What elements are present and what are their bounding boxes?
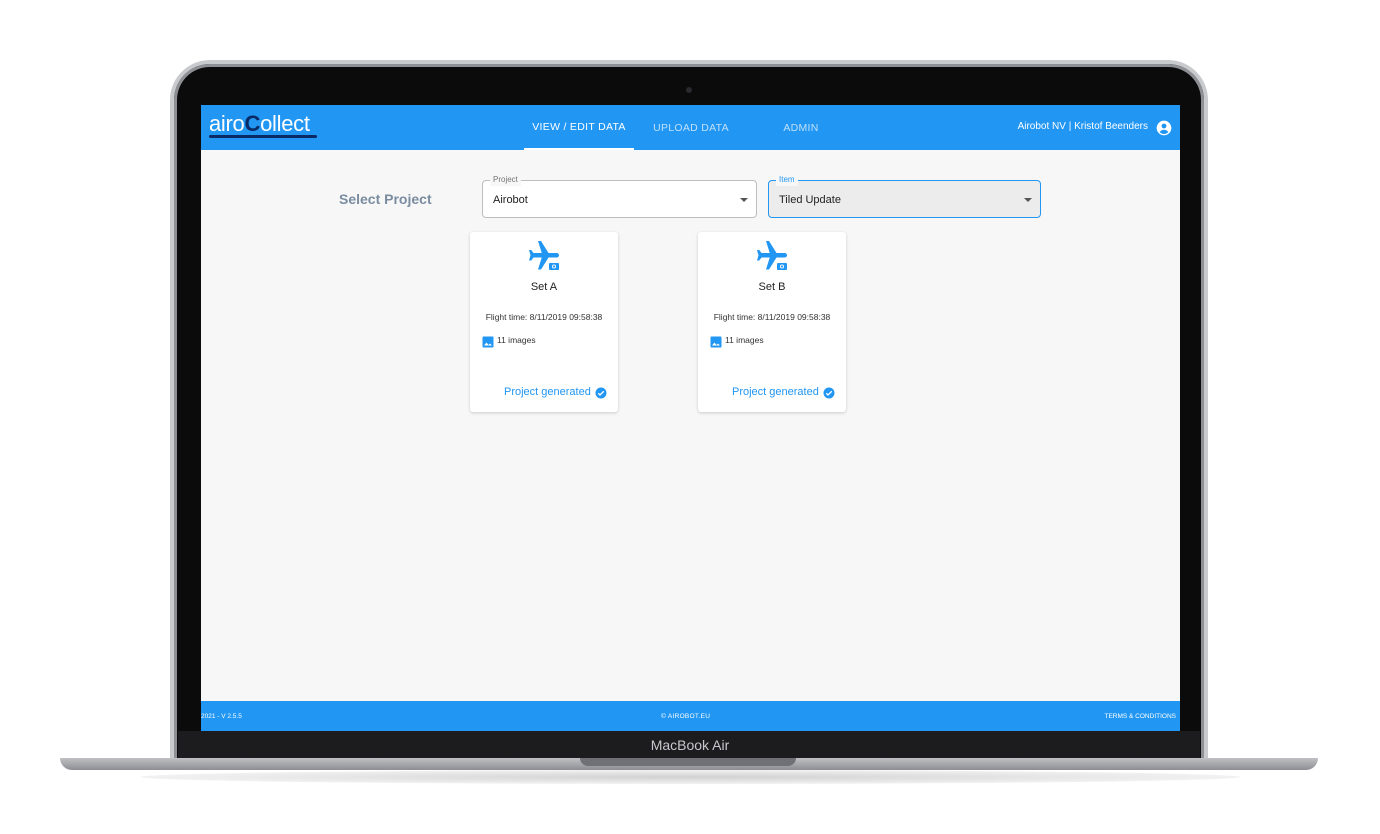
user-name[interactable]: Airobot NV | Kristof Beenders [1018,121,1148,132]
logo-text-c: C [244,111,261,136]
laptop-notch [580,758,796,766]
project-select-legend: Project [490,174,521,186]
card-status-link[interactable]: Project generated [732,386,819,398]
laptop-model-label: MacBook Air [650,737,730,753]
check-circle-icon [595,387,607,399]
logo-text-ollect: ollect [260,111,310,136]
camera-icon [686,87,692,93]
card-image-count: 11 images [497,335,536,345]
project-select-value: Airobot [493,194,528,206]
dropdown-arrow-icon [740,198,748,202]
footer-copyright[interactable]: © AIROBOT.EU [661,713,710,720]
select-project-label: Select Project [339,191,432,207]
card-flight-time: Flight time: 8/11/2019 09:58:38 [485,312,603,322]
dataset-card-set-b[interactable]: Set B Flight time: 8/11/2019 09:58:38 11… [698,232,846,412]
nav-view-edit-data[interactable]: VIEW / EDIT DATA [524,105,634,150]
dataset-card-set-a[interactable]: Set A Flight time: 8/11/2019 09:58:38 11… [470,232,618,412]
app-screen: airoCollect VIEW / EDIT DATA UPLOAD DATA… [201,105,1180,731]
camera-badge-icon [777,263,787,270]
card-flight-time: Flight time: 8/11/2019 09:58:38 [713,312,831,322]
item-select-value: Tiled Update [779,194,841,206]
card-title: Set A [530,281,558,293]
footer-terms-link[interactable]: TERMS & CONDITIONS [1104,713,1176,720]
project-select[interactable]: Project Airobot [482,174,757,218]
item-select-legend: Item [776,174,798,186]
laptop-shadow [140,770,1240,784]
footer-bar: 2021 - V 2.5.5 © AIROBOT.EU TERMS & COND… [201,701,1180,731]
card-status-link[interactable]: Project generated [504,386,591,398]
nav-upload-data[interactable]: UPLOAD DATA [641,105,741,150]
app-logo[interactable]: airoCollect [209,111,310,137]
camera-badge-icon [549,263,559,270]
nav-admin[interactable]: ADMIN [761,105,841,150]
check-circle-icon [823,387,835,399]
top-app-bar: airoCollect VIEW / EDIT DATA UPLOAD DATA… [201,105,1180,150]
account-circle-icon[interactable] [1156,120,1172,136]
card-image-count: 11 images [725,335,764,345]
logo-text-airo: airo [209,111,245,136]
logo-swoosh [209,135,317,138]
footer-version: 2021 - V 2.5.5 [201,713,242,720]
image-icon [710,336,722,348]
image-icon [482,336,494,348]
dropdown-arrow-icon [1024,198,1032,202]
item-select[interactable]: Item Tiled Update [768,174,1041,218]
card-title: Set B [758,281,786,293]
